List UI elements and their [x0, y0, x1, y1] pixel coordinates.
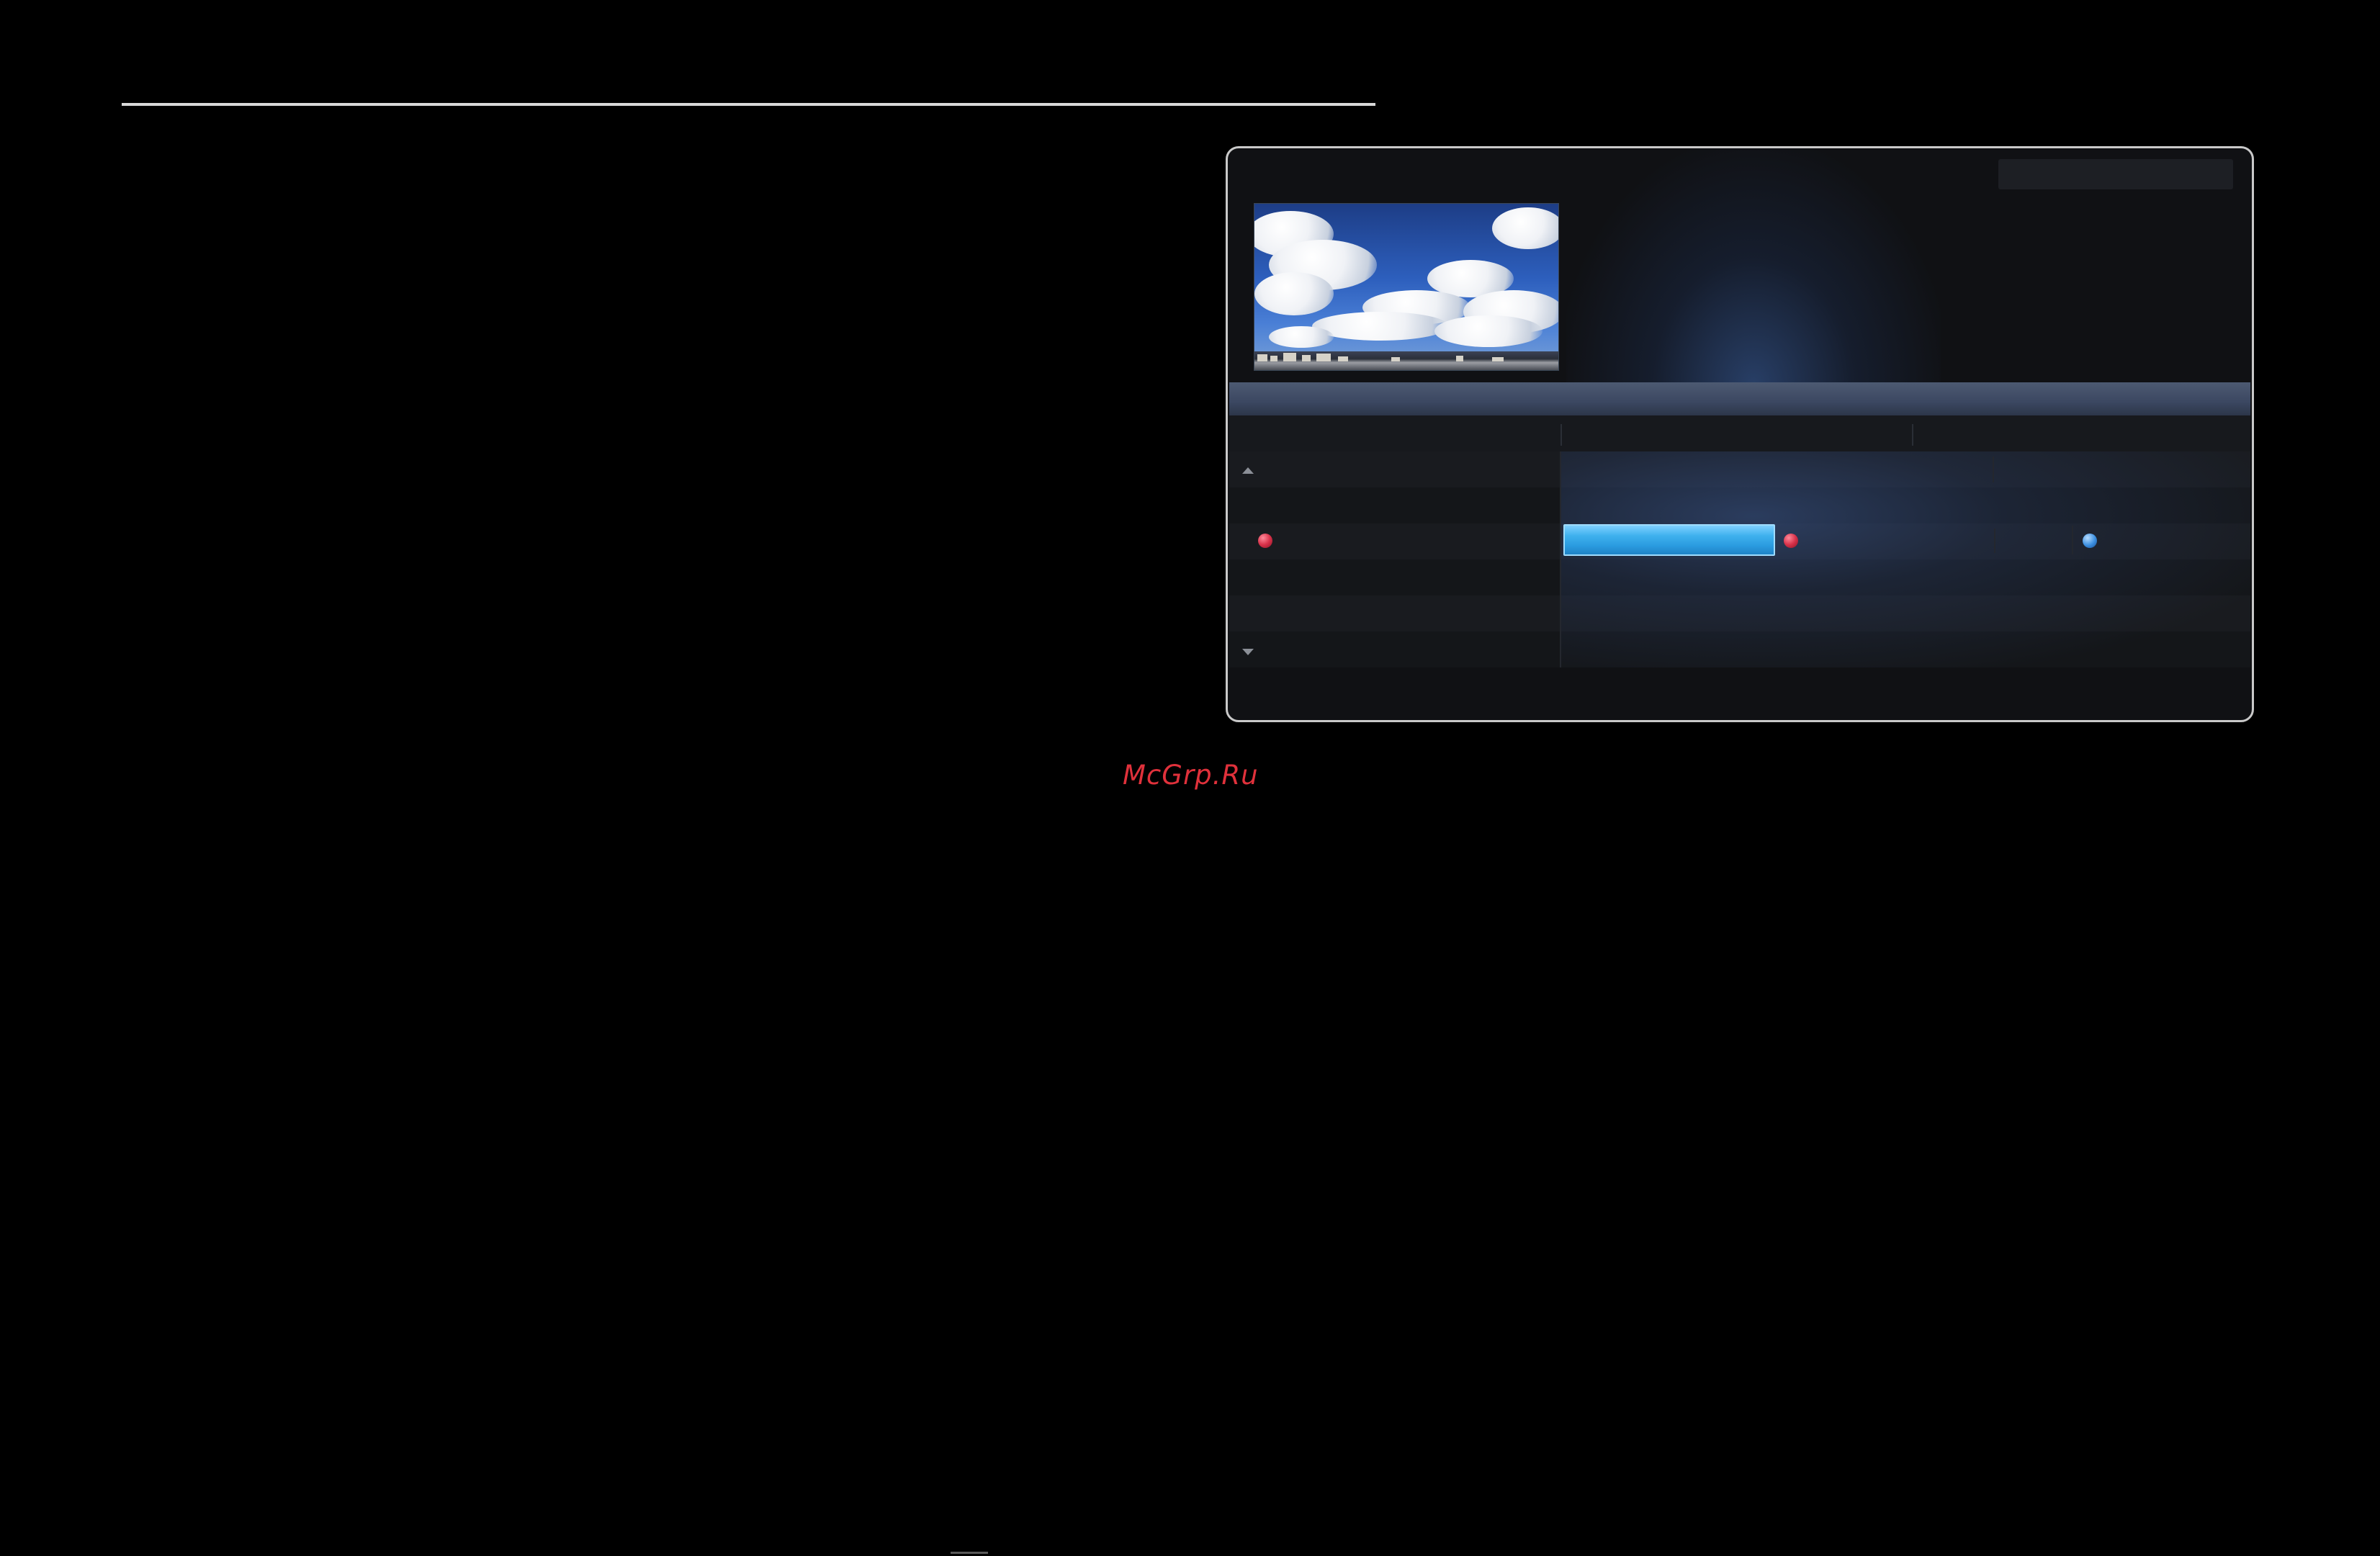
- page-bottom-mark: [951, 1552, 988, 1554]
- column-divider: [1994, 529, 1995, 553]
- channel-row[interactable]: [1229, 559, 2250, 595]
- column-divider: [2072, 526, 2073, 554]
- triangle-up-icon[interactable]: [1242, 467, 1254, 474]
- triangle-down-icon[interactable]: [1242, 649, 1254, 655]
- watermark-text: McGrp.Ru: [1123, 760, 1259, 791]
- preview-cloud: [1492, 207, 1558, 249]
- background-glow: [1566, 148, 1941, 386]
- section-divider: [122, 103, 1375, 106]
- preview-cloud: [1269, 326, 1334, 348]
- schedule-grid: [1229, 451, 2250, 667]
- tv-guide-screen: [1226, 146, 2254, 722]
- column-divider: [1993, 457, 1994, 482]
- channel-row[interactable]: [1229, 487, 2250, 523]
- channel-preview: [1254, 203, 1559, 371]
- channel-row[interactable]: [1229, 451, 2250, 487]
- preview-cloud: [1434, 315, 1542, 347]
- column-divider: [1560, 451, 1561, 667]
- info-box: [1998, 159, 2233, 189]
- red-circle-icon: [1258, 534, 1272, 548]
- selected-program-cell[interactable]: [1563, 524, 1775, 556]
- red-circle-icon: [1784, 534, 1798, 548]
- blue-circle-icon: [2083, 534, 2097, 548]
- guide-header-bar: [1229, 382, 2250, 415]
- preview-city-skyline: [1254, 351, 1558, 370]
- preview-cloud: [1254, 272, 1334, 315]
- channel-row[interactable]: [1229, 595, 2250, 631]
- channel-row[interactable]: [1229, 631, 2250, 667]
- time-header-row: [1229, 415, 2250, 451]
